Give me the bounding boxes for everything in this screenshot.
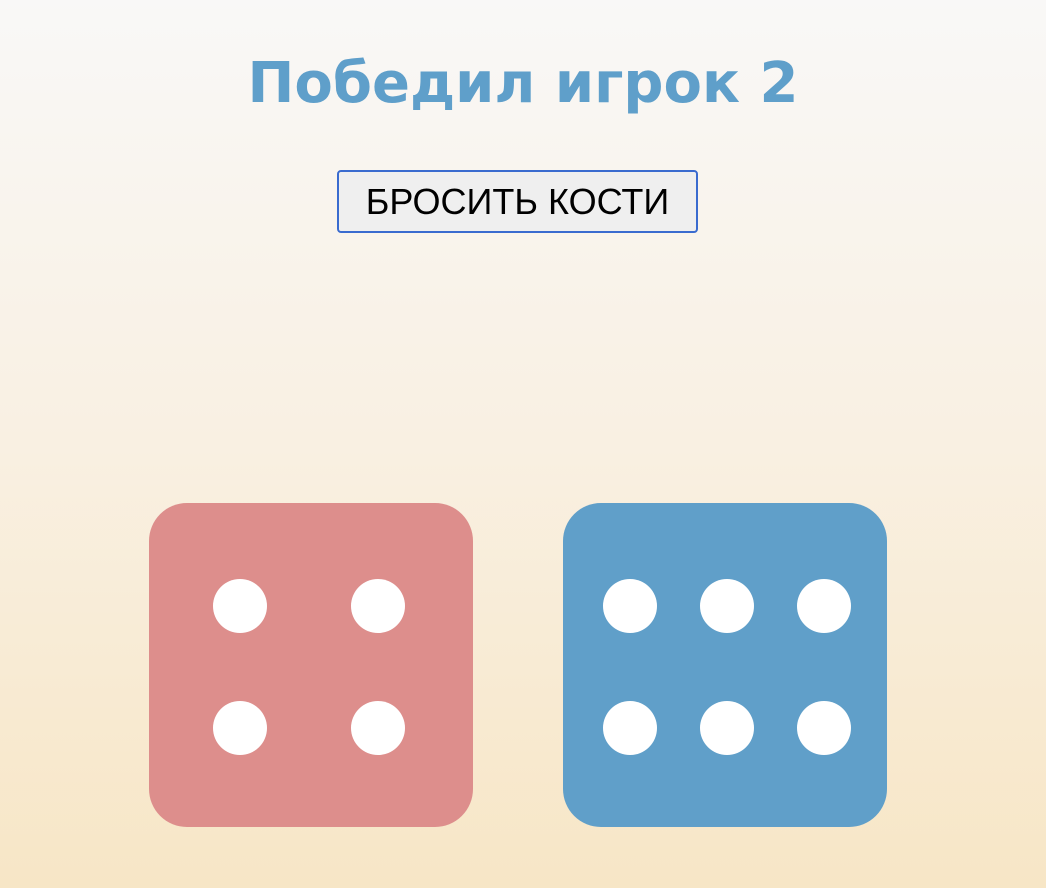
die-pip <box>700 579 754 633</box>
die-pip <box>797 701 851 755</box>
die-pip <box>603 701 657 755</box>
winner-title: Победил игрок 2 <box>247 51 799 116</box>
die-pip <box>351 701 405 755</box>
die-pip <box>213 701 267 755</box>
roll-dice-button[interactable]: БРОСИТЬ КОСТИ <box>337 170 698 233</box>
player-2-die <box>563 503 887 827</box>
die-pip <box>351 579 405 633</box>
die-pip <box>700 701 754 755</box>
die-pip <box>603 579 657 633</box>
die-pip <box>797 579 851 633</box>
die-pip <box>213 579 267 633</box>
player-1-die <box>149 503 473 827</box>
